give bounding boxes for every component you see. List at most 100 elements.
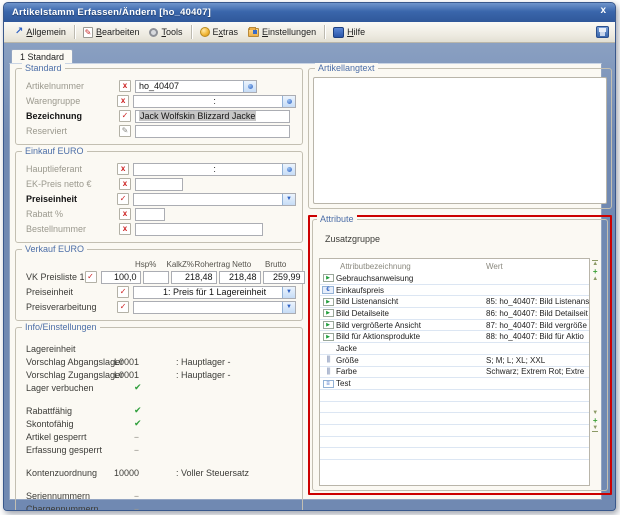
info-rows: LagereinheitVorschlag AbgangslagerL0001:… xyxy=(22,342,296,511)
attribute-row[interactable]: Jacke xyxy=(320,343,589,355)
info-row: Rabattfähig✔ xyxy=(22,404,296,417)
hauptlieferant-field[interactable]: : xyxy=(133,163,296,176)
group-standard: Standard Artikelnummer x ho_40407 Wareng… xyxy=(15,68,303,145)
price-field-3[interactable]: 218,48 xyxy=(219,271,261,284)
row-hauptlieferant: Hauptlieferant x : xyxy=(22,162,296,176)
group-verkauf-title: Verkauf EURO xyxy=(22,244,87,254)
bestellnummer-field[interactable] xyxy=(135,223,263,236)
menu-item-allgemein[interactable]: ↗Allgemein xyxy=(10,25,71,39)
attribute-row[interactable]: ||||GrößeS; M; L; XL; XXL xyxy=(320,355,589,367)
attribute-row[interactable]: ▶Bild für Aktionsprodukte88: ho_40407: B… xyxy=(320,331,589,343)
attribute-row[interactable] xyxy=(320,437,589,449)
hauptlieferant-value: : xyxy=(213,164,216,174)
menu-item-tools[interactable]: Tools xyxy=(144,25,187,39)
check-mark-icon: ✔ xyxy=(114,382,142,393)
scroll-to-top-icon[interactable]: ▲ xyxy=(592,260,598,267)
attribute-name: Gebrauchsanweisung xyxy=(336,274,486,283)
menu-item-bearbeiten[interactable]: ✎Bearbeiten xyxy=(78,25,145,40)
info-text: : Voller Steuersatz xyxy=(176,468,249,478)
help-icon xyxy=(333,27,344,38)
info-gap xyxy=(22,456,296,466)
info-label: Rabattfähig xyxy=(26,406,114,416)
menu-item-einstellungen[interactable]: Einstellungen xyxy=(243,25,321,39)
group-artikellangtext: Artikellangtext xyxy=(308,68,612,209)
warengruppe-value: : xyxy=(213,96,216,106)
dropdown-button[interactable]: ▼ xyxy=(282,287,295,298)
attribute-table[interactable]: Attributbezeichnung Wert ▶Gebrauchsanwei… xyxy=(319,258,590,486)
ek-preis-field[interactable] xyxy=(135,178,183,191)
attribute-icon-cell: ▶ xyxy=(320,333,336,341)
attribute-row[interactable]: ||||FarbeSchwarz; Extrem Rot; Extre xyxy=(320,367,589,379)
artikelnummer-browse-button[interactable] xyxy=(243,81,256,92)
scroll-up-icon[interactable]: ▲ xyxy=(592,276,598,282)
attribute-name: Test xyxy=(336,379,486,388)
attribute-row[interactable]: ▶Gebrauchsanweisung xyxy=(320,273,589,285)
info-code: L0001 xyxy=(114,357,176,367)
price-field-1[interactable] xyxy=(143,271,169,284)
attribute-row[interactable]: ▶Bild vergrößerte Ansicht87: ho_40407: B… xyxy=(320,320,589,332)
ok-check-icon: ✓ xyxy=(117,286,129,298)
required-x-icon: x xyxy=(117,163,129,175)
artikellangtext-textarea[interactable] xyxy=(313,77,607,204)
menu-bar: ↗Allgemein ✎BearbeitenTools Extras Einstell… xyxy=(4,22,615,43)
attribute-row[interactable] xyxy=(320,448,589,460)
einkauf-preiseinheit-dropdown[interactable]: ▼ xyxy=(133,193,296,206)
attribute-icon-cell: ≡ xyxy=(320,380,336,388)
verkauf-preiseinheit-dropdown[interactable]: 1: Preis für 1 Lagereinheit ▼ xyxy=(133,286,296,299)
dropdown-button[interactable]: ▼ xyxy=(282,302,295,313)
extras-icon xyxy=(200,27,210,37)
attribute-row[interactable] xyxy=(320,402,589,414)
menu-item-hilfe[interactable]: Hilfe xyxy=(328,25,370,40)
attribute-row[interactable]: ▶Bild Listenansicht85: ho_40407: Bild Li… xyxy=(320,296,589,308)
hauptlieferant-browse-button[interactable] xyxy=(282,164,295,175)
info-label: Seriennummern xyxy=(26,491,114,501)
info-gap xyxy=(22,394,296,404)
reserviert-field[interactable] xyxy=(135,125,290,138)
dash-mark: -- xyxy=(114,504,138,512)
info-label: Lager verbuchen xyxy=(26,383,114,393)
attribute-scroll-gutter: ▲ + ▲ ▼ + ▼ xyxy=(590,258,603,486)
warengruppe-browse-button[interactable] xyxy=(282,96,295,107)
row-vk-preisliste: VK Preisliste 1 ✓ 100,0218,48218,48259,9… xyxy=(22,270,296,284)
attribute-icon-cell: |||| xyxy=(320,356,336,364)
price-field-2[interactable]: 218,48 xyxy=(171,271,217,284)
rabatt-field[interactable] xyxy=(135,208,165,221)
attribute-value: S; M; L; XL; XXL xyxy=(486,356,589,365)
info-text: : Hauptlager - xyxy=(176,370,231,380)
attribute-value: 88: ho_40407: Bild für Aktio xyxy=(486,332,589,341)
tab-standard[interactable]: 1 Standard xyxy=(11,49,73,63)
group-standard-title: Standard xyxy=(22,63,65,73)
price-field-4[interactable]: 259,99 xyxy=(263,271,305,284)
attribute-row[interactable] xyxy=(320,390,589,402)
attribute-row[interactable]: ▶Bild Detailseite86: ho_40407: Bild Deta… xyxy=(320,308,589,320)
attribute-row[interactable] xyxy=(320,425,589,437)
save-icon[interactable] xyxy=(596,26,609,38)
attribute-row[interactable]: €Einkaufspreis xyxy=(320,285,589,297)
artikelnummer-field[interactable]: ho_40407 xyxy=(135,80,257,93)
ok-check-icon: ✓ xyxy=(117,193,129,205)
add-row-icon[interactable]: + xyxy=(593,268,598,275)
attribute-name: Jacke xyxy=(336,344,486,353)
attribute-value: Schwarz; Extrem Rot; Extre xyxy=(486,367,589,376)
attribute-row[interactable] xyxy=(320,413,589,425)
menu-item-label: Allgemein xyxy=(26,27,66,37)
price-header-rohertrag: Rohertrag xyxy=(194,260,230,269)
attribute-highlight-rectangle: Attribute Zusatzgruppe Attributbezeichnu… xyxy=(308,215,612,495)
info-label: Skontofähig xyxy=(26,419,114,429)
add-row-icon[interactable]: + xyxy=(593,417,598,424)
row-bezeichnung: Bezeichnung ✓ Jack Wolfskin Blizzard Jac… xyxy=(22,109,296,123)
menu-item-extras[interactable]: Extras xyxy=(195,25,244,39)
bestellnummer-label: Bestellnummer xyxy=(22,224,119,234)
dropdown-button[interactable]: ▼ xyxy=(282,194,295,205)
menu-item-label: Extras xyxy=(213,27,239,37)
right-column: Artikellangtext Attribute Zusatzgruppe A… xyxy=(308,68,612,495)
preisverarbeitung-dropdown[interactable]: ▼ xyxy=(133,301,296,314)
attribute-row[interactable]: ≡Test xyxy=(320,378,589,390)
required-x-icon: x xyxy=(119,208,131,220)
menu-separator xyxy=(74,25,75,39)
warengruppe-field[interactable]: : xyxy=(133,95,296,108)
close-button[interactable]: x xyxy=(600,5,606,16)
scroll-to-bottom-icon[interactable]: ▼ xyxy=(592,425,598,432)
bezeichnung-field[interactable]: Jack Wolfskin Blizzard Jacke xyxy=(135,110,290,123)
price-field-0[interactable]: 100,0 xyxy=(101,271,141,284)
